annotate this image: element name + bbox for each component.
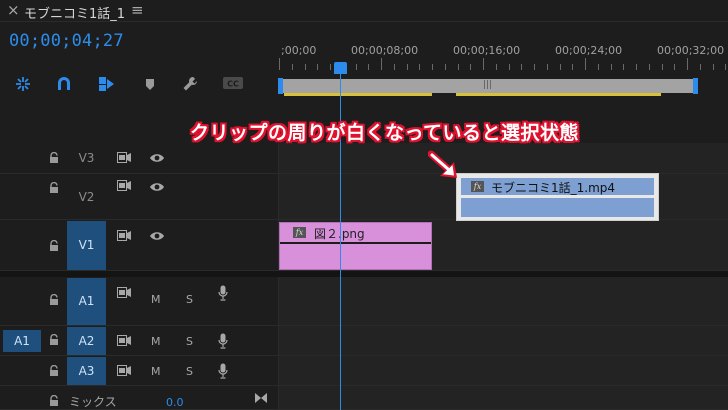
captions-label: CC: [227, 80, 239, 89]
toggle-sync-lock-icon[interactable]: [117, 335, 131, 346]
playhead-handle[interactable]: [334, 62, 347, 74]
track-target-v2[interactable]: V2: [67, 175, 106, 219]
lock-icon[interactable]: [48, 240, 60, 252]
nest-sequence-icon[interactable]: [13, 75, 33, 93]
zoom-handle-left[interactable]: [278, 78, 283, 94]
track-target-v1[interactable]: V1: [67, 221, 106, 270]
toggle-sync-lock-icon[interactable]: [117, 180, 131, 191]
track-a3-lane[interactable]: [278, 356, 728, 386]
linked-selection-icon[interactable]: [96, 75, 116, 93]
zoom-handle-right[interactable]: [693, 78, 698, 94]
track-target-v3[interactable]: V3: [67, 144, 106, 173]
snap-icon[interactable]: [54, 75, 74, 93]
toggle-sync-lock-icon[interactable]: [117, 230, 131, 241]
lock-icon[interactable]: [48, 334, 60, 346]
fx-badge-icon: fx: [293, 227, 306, 238]
lock-icon: [50, 395, 58, 406]
source-patch-a1[interactable]: A1: [3, 330, 41, 352]
lock-icon[interactable]: [48, 365, 60, 377]
fx-badge-icon: fx: [471, 181, 484, 192]
lock-icon[interactable]: [48, 182, 60, 194]
ruler-label: ;00;00: [281, 44, 317, 57]
lock-icon[interactable]: [48, 152, 60, 164]
solo-button[interactable]: S: [186, 335, 193, 348]
eye-icon[interactable]: [149, 182, 165, 192]
track-target-a1[interactable]: A1: [67, 278, 106, 325]
annotation-arrow-icon: [428, 150, 457, 178]
microphone-icon[interactable]: [218, 333, 228, 349]
close-tab-button[interactable]: ×: [7, 1, 20, 19]
panel-menu-icon[interactable]: ≡: [131, 1, 144, 19]
mute-button[interactable]: M: [151, 293, 161, 306]
microphone-icon[interactable]: [218, 363, 228, 379]
lock-icon[interactable]: [48, 294, 60, 306]
clip-video-selected[interactable]: fx モブニコミ1話_1.mp4: [456, 173, 659, 221]
track-target-a3[interactable]: A3: [67, 357, 106, 385]
ruler-label: 00;00;16;00: [453, 44, 521, 57]
solo-button[interactable]: S: [186, 365, 193, 378]
sequence-tab-header: × モブニコミ1話_1 ≡: [0, 0, 728, 22]
track-a1: [0, 277, 728, 326]
track-target-a2[interactable]: A2: [67, 327, 106, 355]
eye-icon[interactable]: [149, 153, 165, 163]
playhead-timecode[interactable]: 00;00;04;27: [9, 31, 124, 51]
track-a3: [0, 356, 728, 386]
go-to-in-out-icon[interactable]: [254, 392, 268, 404]
work-area-bar: [456, 93, 661, 96]
annotation-callout: クリップの周りが白くなっていると選択状態: [190, 122, 580, 144]
track-a1-lane[interactable]: [278, 277, 728, 326]
microphone-icon[interactable]: [218, 285, 228, 301]
clip-name: モブニコミ1話_1.mp4: [491, 181, 616, 195]
ruler-label: 00;00;08;00: [351, 44, 419, 57]
sequence-title[interactable]: モブニコミ1話_1: [24, 3, 125, 22]
track-v3: [0, 143, 728, 174]
toggle-sync-lock-icon[interactable]: [117, 152, 131, 163]
captions-icon[interactable]: CC: [222, 75, 243, 93]
ruler-label: 00;00;32;00: [657, 44, 725, 57]
zoom-scroll-bar[interactable]: |||: [281, 79, 695, 93]
scroll-grip[interactable]: |||: [483, 80, 492, 90]
track-a2: [0, 326, 728, 356]
solo-button[interactable]: S: [186, 293, 193, 306]
track-a2-lane[interactable]: [278, 326, 728, 356]
mute-button[interactable]: M: [151, 365, 161, 378]
clip-image-fig2[interactable]: fx 図２.png: [279, 222, 432, 270]
track-v3-lane[interactable]: [278, 143, 728, 174]
toggle-sync-lock-icon[interactable]: [117, 287, 131, 298]
add-marker-icon[interactable]: [140, 75, 160, 93]
mix-volume-value[interactable]: 0.0: [166, 396, 184, 409]
settings-wrench-icon[interactable]: [180, 75, 200, 93]
eye-icon[interactable]: [149, 231, 165, 241]
ruler-label: 00;00;24;00: [555, 44, 623, 57]
mix-track-label: ミックス: [69, 395, 117, 409]
mute-button[interactable]: M: [151, 335, 161, 348]
toggle-sync-lock-icon[interactable]: [117, 365, 131, 376]
work-area-bar: [284, 93, 432, 96]
